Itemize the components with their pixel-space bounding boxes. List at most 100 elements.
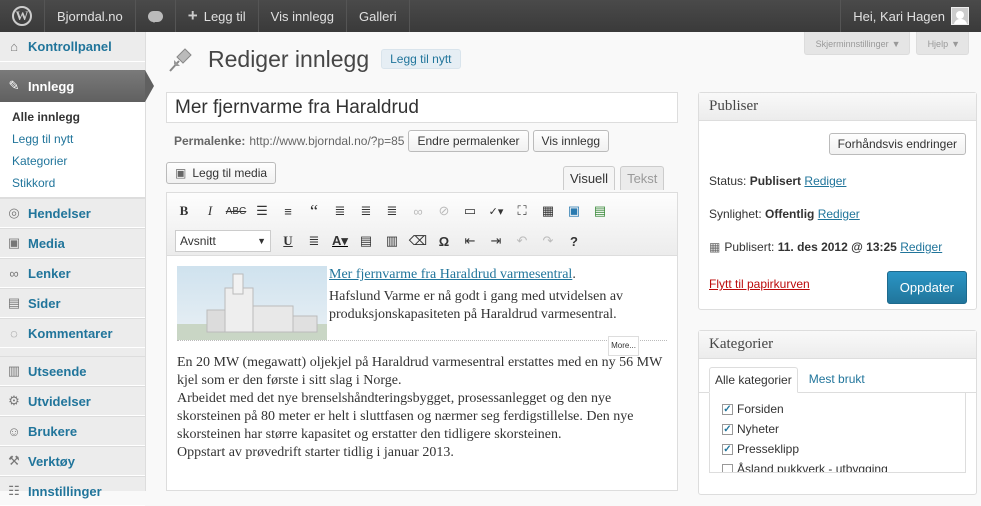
visibility-label: Synlighet: bbox=[709, 207, 762, 221]
outdent-icon[interactable]: ⇤ bbox=[457, 229, 483, 253]
editor-content[interactable]: Mer fjernvarme fra Haraldrud varmesentra… bbox=[167, 256, 677, 490]
strikethrough-icon[interactable]: ABC bbox=[223, 199, 249, 223]
clear-formatting-icon[interactable]: ⌫ bbox=[405, 229, 431, 253]
comments-link[interactable] bbox=[136, 0, 176, 32]
tab-visual[interactable]: Visuell bbox=[563, 166, 616, 190]
category-label: Forsiden bbox=[737, 402, 784, 416]
sidebar-item-links[interactable]: ∞ Lenker bbox=[0, 258, 145, 288]
edit-visibility-link[interactable]: Rediger bbox=[818, 207, 860, 221]
special-character-icon[interactable]: Ω bbox=[431, 229, 457, 253]
tab-text[interactable]: Tekst bbox=[620, 166, 665, 190]
submenu-categories[interactable]: Kategorier bbox=[0, 150, 145, 172]
submenu-add-new[interactable]: Legg til nytt bbox=[0, 128, 145, 150]
category-item[interactable]: ✓ Forsiden bbox=[722, 399, 953, 419]
sidebar-item-pages[interactable]: ▤ Sider bbox=[0, 288, 145, 318]
tab-most-used[interactable]: Mest brukt bbox=[804, 367, 870, 392]
bullet-list-icon[interactable]: ☰ bbox=[249, 199, 275, 223]
category-item[interactable]: ✓ Nyheter bbox=[722, 419, 953, 439]
greeting: Hei, Kari Hagen bbox=[853, 8, 945, 24]
kitchen-sink-icon[interactable]: ▦ bbox=[535, 199, 561, 223]
italic-icon[interactable]: I bbox=[197, 199, 223, 223]
sidebar-item-tools[interactable]: ⚒ Verktøy bbox=[0, 446, 145, 476]
category-item[interactable]: ✓ Presseklipp bbox=[722, 439, 953, 459]
sidebar-item-label: Utvidelser bbox=[28, 393, 91, 409]
format-select[interactable]: Avsnitt ▼ bbox=[175, 230, 271, 252]
account-menu[interactable]: Hei, Kari Hagen bbox=[840, 0, 981, 32]
help-button[interactable]: Hjelp ▼ bbox=[915, 32, 969, 55]
underline-icon[interactable]: U bbox=[275, 229, 301, 253]
add-media-area: ▣ Legg til media bbox=[166, 162, 277, 184]
paste-text-icon[interactable]: ▤ bbox=[353, 229, 379, 253]
justify-icon[interactable]: ≣ bbox=[301, 229, 327, 253]
link-icon[interactable]: ∞ bbox=[405, 199, 431, 223]
align-center-icon[interactable]: ≣ bbox=[353, 199, 379, 223]
view-posts-link[interactable]: Vis innlegg bbox=[259, 0, 348, 32]
add-new-post-button[interactable]: Legg til nytt bbox=[381, 49, 461, 69]
screen-options-button[interactable]: Skjerminnstillinger ▼ bbox=[803, 32, 910, 55]
move-to-trash-link[interactable]: Flytt til papirkurven bbox=[709, 277, 810, 291]
category-checkbox[interactable]: ✓ bbox=[722, 443, 733, 455]
sidebar-item-appearance[interactable]: ▥ Utseende bbox=[0, 356, 145, 386]
sidebar-item-users[interactable]: ☺ Brukere bbox=[0, 416, 145, 446]
edit-status-link[interactable]: Rediger bbox=[804, 174, 846, 188]
align-right-icon[interactable]: ≣ bbox=[379, 199, 405, 223]
site-name-link[interactable]: Bjorndal.no bbox=[45, 0, 136, 32]
indent-icon[interactable]: ⇥ bbox=[483, 229, 509, 253]
sidebar-item-posts[interactable]: ✎ Innlegg bbox=[0, 70, 154, 102]
gallery-link[interactable]: Galleri bbox=[347, 0, 410, 32]
align-left-icon[interactable]: ≣ bbox=[327, 199, 353, 223]
sidebar-item-plugins[interactable]: ⚙ Utvidelser bbox=[0, 386, 145, 416]
insert-image-icon[interactable]: ▣ bbox=[561, 199, 587, 223]
spellcheck-icon[interactable]: ✓▾ bbox=[483, 199, 509, 223]
visibility-row: Synlighet: Offentlig Rediger bbox=[699, 198, 976, 231]
insert-more-icon[interactable]: ▭ bbox=[457, 199, 483, 223]
category-checkbox[interactable]: ✓ bbox=[722, 423, 733, 435]
gallery-icon[interactable]: ▤ bbox=[587, 199, 613, 223]
post-thumbnail-image[interactable] bbox=[177, 266, 327, 340]
update-button[interactable]: Oppdater bbox=[886, 271, 967, 304]
new-content-menu[interactable]: + Legg til bbox=[176, 0, 259, 32]
numbered-list-icon[interactable]: ≡ bbox=[275, 199, 301, 223]
screen-meta-links: Skjerminnstillinger ▼ Hjelp ▼ bbox=[803, 32, 969, 55]
submenu-all-posts[interactable]: Alle innlegg bbox=[0, 106, 145, 128]
text-color-icon[interactable]: A▾ bbox=[327, 229, 353, 253]
media-icon: ▣ bbox=[7, 235, 21, 250]
unlink-icon[interactable]: ⊘ bbox=[431, 199, 457, 223]
change-permalinks-button[interactable]: Endre permalenker bbox=[408, 130, 529, 152]
wp-logo-menu[interactable]: W bbox=[0, 0, 45, 32]
pushpin-icon bbox=[166, 44, 196, 74]
redo-icon[interactable]: ↷ bbox=[535, 229, 561, 253]
publish-box-title: Publiser bbox=[699, 93, 976, 121]
category-checkbox[interactable] bbox=[722, 463, 733, 472]
avatar bbox=[951, 7, 969, 25]
sidebar-item-label: Media bbox=[28, 235, 65, 251]
bold-icon[interactable]: B bbox=[171, 199, 197, 223]
paste-word-icon[interactable]: ▥ bbox=[379, 229, 405, 253]
fullscreen-icon[interactable]: ⛶ bbox=[509, 199, 535, 223]
admin-bar: W Bjorndal.no + Legg til Vis innlegg Gall… bbox=[0, 0, 981, 32]
sidebar-item-settings[interactable]: ☷ Innstillinger bbox=[0, 476, 145, 506]
categories-box-title: Kategorier bbox=[699, 331, 976, 359]
add-media-button[interactable]: ▣ Legg til media bbox=[166, 162, 277, 184]
post-title-input[interactable]: Mer fjernvarme fra Haraldrud bbox=[166, 92, 678, 123]
tab-all-categories[interactable]: Alle kategorier bbox=[709, 367, 798, 393]
calendar-icon: ▦ bbox=[709, 240, 721, 254]
chevron-down-icon: ▼ bbox=[951, 39, 960, 49]
undo-icon[interactable]: ↶ bbox=[509, 229, 535, 253]
edit-date-link[interactable]: Rediger bbox=[900, 240, 942, 254]
category-checkbox[interactable]: ✓ bbox=[722, 403, 733, 415]
preview-changes-button[interactable]: Forhåndsvis endringer bbox=[828, 133, 966, 155]
permalink-label: Permalenke: bbox=[174, 134, 246, 148]
post-link[interactable]: Mer fjernvarme fra Haraldrud varmesentra… bbox=[329, 267, 572, 282]
sidebar-item-comments[interactable]: ◌ Kommentarer bbox=[0, 318, 145, 348]
category-item[interactable]: Åsland pukkverk - utbygging bbox=[722, 459, 953, 472]
sidebar-item-label: Brukere bbox=[28, 423, 78, 439]
sidebar-item-media[interactable]: ▣ Media bbox=[0, 228, 145, 258]
submenu-tags[interactable]: Stikkord bbox=[0, 172, 145, 194]
view-post-button[interactable]: Vis innlegg bbox=[532, 130, 610, 152]
blockquote-icon[interactable]: “ bbox=[301, 199, 327, 223]
comment-bubble-icon bbox=[147, 10, 163, 23]
sidebar-item-dashboard[interactable]: ⌂ Kontrollpanel bbox=[0, 32, 145, 62]
help-icon[interactable]: ? bbox=[561, 229, 587, 253]
sidebar-item-events[interactable]: ◎ Hendelser bbox=[0, 198, 145, 228]
